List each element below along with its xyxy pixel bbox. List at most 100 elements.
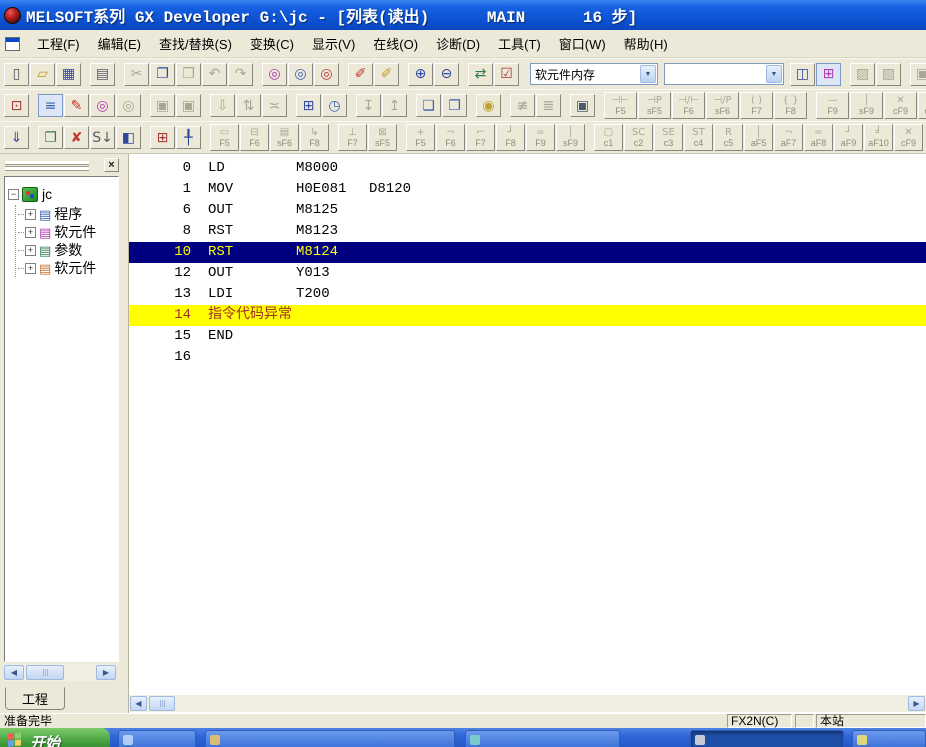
tile-window-button[interactable]: ❐ [442, 94, 467, 117]
instruction-row[interactable]: 8 RST M8123 [129, 221, 926, 242]
convert-program-button[interactable]: ⇓ [4, 126, 29, 149]
ladder-list-toggle-button[interactable]: ⊡ [4, 94, 29, 117]
rule-crossbox-button[interactable]: ⊠sF5 [368, 124, 397, 151]
step-stop-button[interactable]: ↥ [382, 94, 407, 117]
instruction-row[interactable]: 1 MOV H0E081 D8120 [129, 179, 926, 200]
list-hscrollbar[interactable]: ◀ ▶ [129, 695, 926, 712]
forced-output-button[interactable]: ≣ [536, 94, 561, 117]
line-delete-button[interactable]: ✐ [374, 63, 399, 86]
vertical-line-button[interactable]: │sF9 [850, 92, 883, 119]
wire-cross-button[interactable]: +F5 [406, 124, 435, 151]
title-bar[interactable]: MELSOFT系列 GX Developer G:\jc - [列表(读出) M… [0, 0, 926, 30]
sfc-corner-tl-button[interactable]: ¬aF7 [774, 124, 803, 151]
entry-monitor-button[interactable]: ◷ [322, 94, 347, 117]
instruction-row[interactable]: 12 OUT Y013 [129, 263, 926, 284]
monitor-mode-button[interactable]: ⇅ [236, 94, 261, 117]
verify-plc-button[interactable]: ≍ [262, 94, 287, 117]
instruction-find-button[interactable]: ◎ [288, 63, 313, 86]
start-button[interactable]: 开始 [0, 728, 110, 747]
zoom-in-button[interactable]: ⊕ [408, 63, 433, 86]
contact-rise-button[interactable]: ⊣PsF5 [638, 92, 671, 119]
edit-ladder-button[interactable]: ✎ [64, 94, 89, 117]
wire-corner-tr-button[interactable]: ⌐F7 [466, 124, 495, 151]
expand-icon[interactable]: + [25, 227, 36, 238]
menu-item[interactable]: 变换(C) [241, 30, 303, 57]
paste-button[interactable]: ❒ [176, 63, 201, 86]
application-instruction-button[interactable]: { }F8 [774, 92, 807, 119]
contact-nc-button[interactable]: ⊣/⊢F6 [672, 92, 705, 119]
wire-corner-tl-button[interactable]: ¬F6 [436, 124, 465, 151]
menu-item[interactable]: 窗口(W) [550, 30, 615, 57]
device-use-list-button[interactable]: ⊞ [150, 126, 175, 149]
rule-jump-button[interactable]: ↳F8 [300, 124, 329, 151]
open-project-button[interactable]: ▱ [30, 63, 55, 86]
program-check-button[interactable]: ⊞ [296, 94, 321, 117]
expand-icon[interactable]: + [25, 245, 36, 256]
rule-box-line-button[interactable]: ⊟F6 [240, 124, 269, 151]
device-memory-combo[interactable]: 软元件内存 ▼ [530, 63, 658, 85]
scroll-right-icon[interactable]: ▶ [908, 696, 925, 711]
project-tree[interactable]: − jc + ▤ 程序 [4, 176, 119, 662]
window-copy-button[interactable]: ❐ [38, 126, 63, 149]
statement-display-button[interactable]: ▧ [876, 63, 901, 86]
tree-item[interactable]: + ▤ 程序 [18, 205, 118, 223]
sfc-st-step-button[interactable]: STc4 [684, 124, 713, 151]
doc-find-button[interactable]: ◫ [790, 63, 815, 86]
menu-item[interactable]: 诊断(D) [427, 30, 489, 57]
menu-item[interactable]: 在线(O) [364, 30, 427, 57]
delete-hline-button[interactable]: ✕cF9 [884, 92, 917, 119]
data-list-window-button[interactable]: ≡ [38, 94, 63, 117]
sfc-vline-button[interactable]: │aF5 [744, 124, 773, 151]
contact-fall-button[interactable]: ⊣/PsF6 [706, 92, 739, 119]
instruction-row[interactable]: 6 OUT M8125 [129, 200, 926, 221]
find-check-button[interactable]: ☑ [494, 63, 519, 86]
wire-vertical-button[interactable]: │sF9 [556, 124, 585, 151]
tree-item[interactable]: + ▤ 软元件 [18, 259, 118, 277]
rule-ground-button[interactable]: ⊥F7 [338, 124, 367, 151]
sort-steps-button[interactable]: S↓ [90, 126, 115, 149]
instruction-row[interactable]: 10 RST M8124 [129, 242, 926, 263]
chevron-down-icon[interactable]: ▼ [640, 65, 656, 83]
device-test-button[interactable]: ≢ [510, 94, 535, 117]
sfc-delete-button[interactable]: ✕cF9 [894, 124, 923, 151]
collapse-icon[interactable]: − [8, 189, 19, 200]
step-run-button[interactable]: ↧ [356, 94, 381, 117]
monitor-write-button[interactable]: ▣ [150, 94, 175, 117]
wire-double-button[interactable]: =F9 [526, 124, 555, 151]
mdi-child-window-icon[interactable] [5, 37, 20, 51]
scroll-right-icon[interactable]: ▶ [96, 665, 116, 680]
zoom-out-button[interactable]: ⊖ [434, 63, 459, 86]
taskbar-button[interactable] [118, 730, 196, 747]
buffer-monitor-button[interactable]: ▣ [570, 94, 595, 117]
instruction-list-view[interactable]: 0 LD M8000 1 MOV H0E081 D8120 6 [128, 154, 926, 713]
menu-item[interactable]: 工具(T) [489, 30, 550, 57]
write-plc-button[interactable]: ⇩ [210, 94, 235, 117]
save-project-button[interactable]: ▦ [56, 63, 81, 86]
expand-icon[interactable]: + [25, 263, 36, 274]
cut-button[interactable]: ✂ [124, 63, 149, 86]
taskbar-button[interactable] [852, 730, 926, 747]
chevron-down-icon[interactable]: ▼ [766, 65, 782, 83]
new-project-button[interactable]: ▯ [4, 63, 29, 86]
sfc-se-step-button[interactable]: SEc3 [654, 124, 683, 151]
instruction-row[interactable]: 15 END [129, 326, 926, 347]
sfc-step-box-button[interactable]: ▢c1 [594, 124, 623, 151]
sfc-reset-step-button[interactable]: Rc5 [714, 124, 743, 151]
taskbar-button[interactable] [205, 730, 455, 747]
taskbar-button[interactable] [465, 730, 620, 747]
menu-item[interactable]: 编辑(E) [89, 30, 150, 57]
comment-monitor-button[interactable]: ◉ [476, 94, 501, 117]
scroll-left-icon[interactable]: ◀ [130, 696, 147, 711]
sfc-corner-br-button[interactable]: ┘aF9 [834, 124, 863, 151]
expand-icon[interactable]: + [25, 209, 36, 220]
open-window-button[interactable]: ❏ [416, 94, 441, 117]
sfc-sc-step-button[interactable]: SCc2 [624, 124, 653, 151]
print-button[interactable]: ▤ [90, 63, 115, 86]
wire-corner-br-button[interactable]: ┘F8 [496, 124, 525, 151]
device-find-button[interactable]: ◎ [262, 63, 287, 86]
redo-button[interactable]: ↷ [228, 63, 253, 86]
tree-hscrollbar[interactable]: ◀ ▶ [4, 664, 116, 681]
instruction-row[interactable]: 16 [129, 347, 926, 368]
tree-item[interactable]: + ▤ 软元件 [18, 223, 118, 241]
project-data-list-button[interactable]: ⊞ [816, 63, 841, 86]
